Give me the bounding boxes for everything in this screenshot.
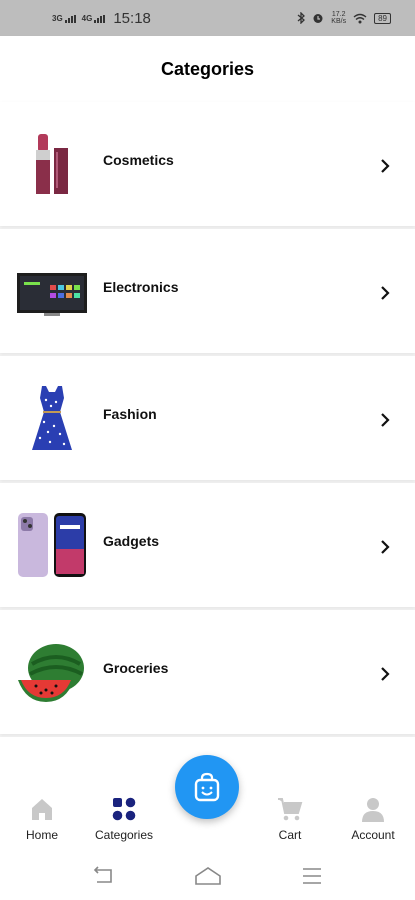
alarm-icon (313, 14, 323, 23)
shopping-bag-icon (194, 772, 220, 802)
lipstick-icon (16, 128, 88, 200)
account-icon (362, 798, 384, 822)
category-label: Groceries (103, 660, 169, 676)
home-system-icon[interactable] (193, 864, 223, 888)
category-label: Gadgets (103, 533, 160, 549)
chevron-right-icon (381, 159, 390, 173)
category-item-gadgets[interactable]: Gadgets (0, 483, 415, 607)
chevron-right-icon (381, 540, 390, 554)
nav-cart[interactable]: Cart (250, 796, 330, 842)
network-4g-indicator: 4G (82, 14, 106, 23)
categories-icon (112, 797, 136, 821)
chevron-right-icon (381, 413, 390, 427)
status-bar: 3G 4G 15:18 17.2 KB/s 89 (0, 0, 415, 36)
nav-cart-label: Cart (278, 828, 302, 842)
wifi-icon (353, 13, 367, 23)
nav-categories-label: Categories (94, 828, 154, 842)
category-label: Fashion (103, 406, 157, 422)
battery-indicator: 89 (374, 12, 391, 24)
nav-account-label: Account (351, 828, 395, 842)
back-icon[interactable] (88, 864, 118, 888)
dress-icon (16, 382, 88, 454)
category-item-electronics[interactable]: Electronics (0, 229, 415, 353)
category-item-fashion[interactable]: Fashion (0, 356, 415, 480)
tv-icon (16, 255, 88, 327)
network-speed: 17.2 KB/s (331, 11, 347, 25)
home-icon (32, 799, 52, 820)
category-label: Cosmetics (103, 152, 174, 168)
app-header: Categories (0, 36, 415, 102)
menu-icon[interactable] (297, 864, 327, 888)
shop-bag-button[interactable] (175, 755, 239, 819)
system-nav-bar (0, 864, 415, 900)
network-3g-indicator: 3G (52, 14, 76, 23)
watermelon-icon (16, 636, 88, 708)
page-title: Categories (160, 58, 255, 79)
nav-account[interactable]: Account (333, 796, 413, 842)
nav-home-label: Home (25, 828, 58, 842)
nav-categories[interactable]: Categories (84, 796, 164, 842)
status-time: 15:18 (113, 9, 151, 27)
nav-home[interactable]: Home (2, 796, 82, 842)
cart-icon (278, 798, 303, 821)
chevron-right-icon (381, 667, 390, 681)
category-item-groceries[interactable]: Groceries (0, 610, 415, 734)
bluetooth-icon (297, 12, 306, 24)
smartphone-icon (16, 509, 88, 581)
chevron-right-icon (381, 286, 390, 300)
category-label: Electronics (103, 279, 179, 295)
category-item-cosmetics[interactable]: Cosmetics (0, 102, 415, 226)
